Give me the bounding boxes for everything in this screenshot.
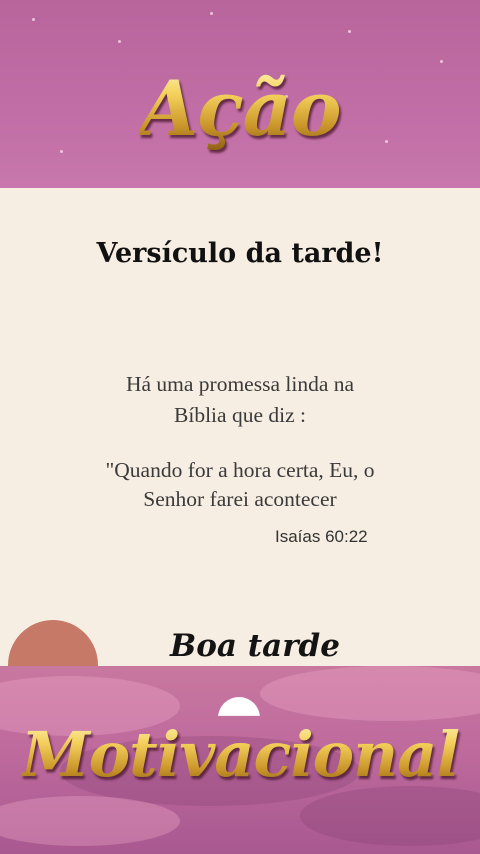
verse-heading: Versículo da tarde! [96,238,384,269]
verse-line-4: Senhor farei acontecer [143,487,337,511]
header-title: Ação [139,64,341,153]
footer-title: Motivacional [21,718,460,791]
greeting-text: Boa tarde [170,628,340,664]
verse-line-2: Bíblia que diz : [174,403,306,427]
verse-line-1: Há uma promessa linda na [125,372,355,396]
verse-line-3: "Quando for a hora certa, Eu, o [105,458,375,482]
verse-reference: Isaías 60:22 [275,527,368,546]
